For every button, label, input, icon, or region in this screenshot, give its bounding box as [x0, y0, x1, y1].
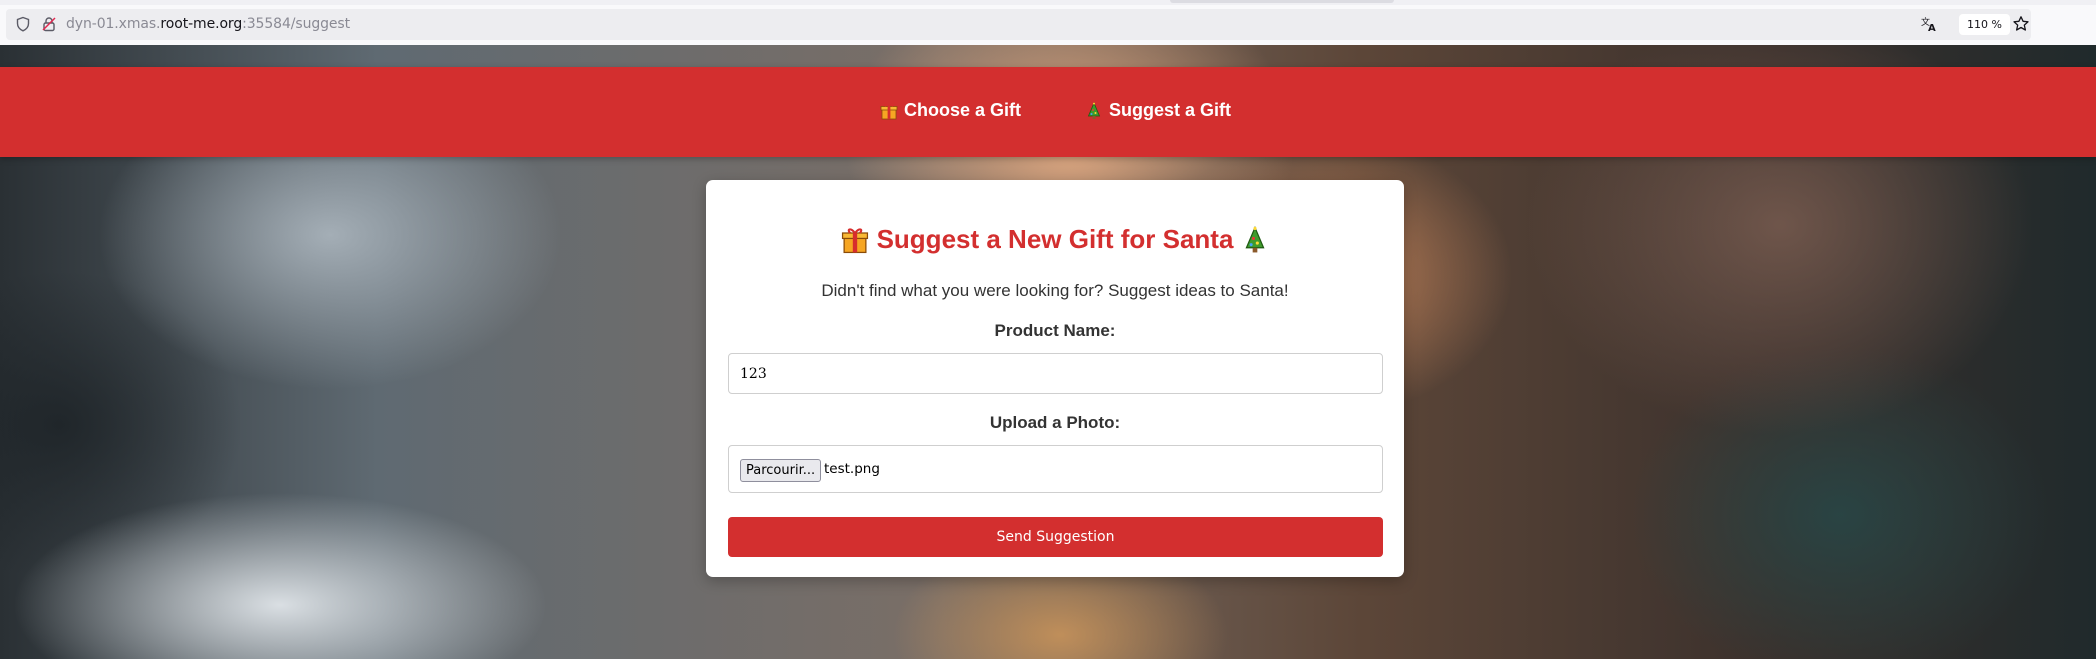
nav-choose-label: Choose a Gift [904, 100, 1022, 120]
christmas-tree-icon [1087, 101, 1101, 119]
tab-strip-edge [0, 0, 2096, 5]
nav-suggest-gift[interactable]: Suggest a Gift [1085, 100, 1231, 121]
translate-icon[interactable]: 文 A [1920, 15, 1938, 33]
svg-text:A: A [1928, 23, 1936, 33]
top-navbar: Choose a Gift Suggest a Gift [0, 67, 2096, 157]
upload-photo-label: Upload a Photo: [989, 413, 1121, 432]
gift-icon [841, 227, 868, 253]
send-suggestion-button[interactable]: Send Suggestion [728, 517, 1383, 557]
page-title-text: Suggest a New Gift for Santa [876, 224, 1234, 254]
insecure-lock-icon[interactable] [41, 16, 57, 32]
gift-icon [880, 103, 898, 119]
nav-choose-gift[interactable]: Choose a Gift [880, 100, 1021, 121]
christmas-tree-icon [1245, 225, 1265, 252]
bookmark-star-icon[interactable] [2012, 15, 2030, 33]
page-subtitle: Didn't find what you were looking for? S… [821, 281, 1289, 300]
url-domain: root-me.org [160, 16, 243, 32]
browse-file-button[interactable]: Parcourir... [740, 459, 822, 482]
url-text[interactable]: dyn-01.xmas.root-me.org:35584/suggest [66, 16, 350, 32]
address-bar[interactable]: dyn-01.xmas.root-me.org:35584/suggest 文 … [6, 9, 2031, 40]
url-suffix: :35584/suggest [242, 16, 351, 32]
page-title: Suggest a New Gift for Santa [706, 224, 1404, 255]
shield-icon[interactable] [15, 16, 31, 32]
selected-file-name: test.png [824, 461, 880, 477]
product-name-input[interactable] [728, 353, 1383, 394]
product-name-label: Product Name: [994, 321, 1116, 340]
url-prefix: dyn-01.xmas. [66, 16, 161, 32]
tab-indicator [1170, 0, 1394, 3]
suggest-gift-card: Suggest a New Gift for Santa Didn't find… [706, 180, 1404, 577]
nav-suggest-label: Suggest a Gift [1109, 100, 1232, 120]
page-viewport: Choose a Gift Suggest a Gift Suggest a N… [0, 45, 2096, 659]
photo-file-input[interactable]: Parcourir... test.png [728, 445, 1383, 493]
browser-chrome: dyn-01.xmas.root-me.org:35584/suggest 文 … [0, 0, 2096, 45]
zoom-level-badge[interactable]: 110 % [1959, 14, 2010, 35]
